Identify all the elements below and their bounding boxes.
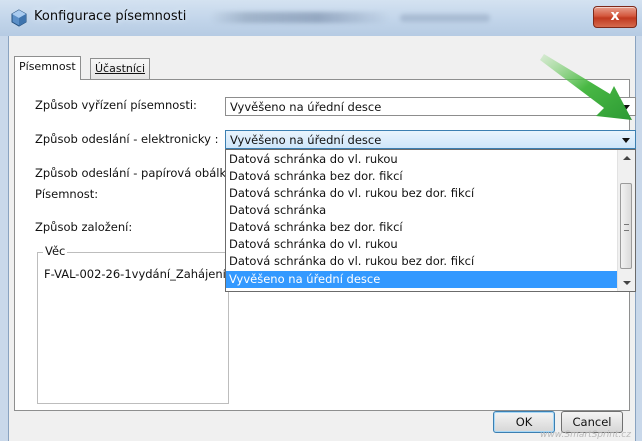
vec-group-title: Věc xyxy=(43,244,68,258)
tab-ucastnici[interactable]: Účastníci xyxy=(90,58,151,80)
dropdown-option[interactable]: Datová schránka bez dor. fikcí xyxy=(229,168,403,185)
dropdown-option[interactable]: Datová schránka do vl. rukou bez dor. fi… xyxy=(229,253,474,270)
dropdown-option[interactable]: Datová schránka bez dor. fikcí xyxy=(229,219,403,236)
close-button[interactable]: x xyxy=(593,6,637,28)
dropdown-option-selected[interactable]: Vyvěšeno na úřední desce xyxy=(226,271,619,288)
pisemnost-label: Písemnost: xyxy=(35,187,99,201)
title-bar[interactable]: Konfigurace písemnosti x xyxy=(0,0,642,36)
zpusob-vyrizeni-value: Vyvěšeno na úřední desce xyxy=(230,100,382,114)
vec-value: F-VAL-002-26-1vydání_Zahájení_p xyxy=(44,267,225,281)
window-title: Konfigurace písemnosti xyxy=(34,9,187,24)
zpusob-odeslani-el-label: Způsob odeslání - elektronicky : xyxy=(35,132,219,146)
scroll-down-icon[interactable] xyxy=(618,275,635,291)
hexagon-icon xyxy=(11,9,27,27)
annotation-arrow-icon xyxy=(540,54,632,120)
chevron-down-icon[interactable] xyxy=(617,131,635,148)
zpusob-vyrizeni-label: Způsob vyřízení písemnosti: xyxy=(35,98,197,112)
watermark-text: www.SmartSprint.cz xyxy=(540,430,631,440)
zpusob-odeslani-el-select[interactable]: Vyvěšeno na úřední desce xyxy=(225,130,636,149)
tab-ucastnici-label: Účastníci xyxy=(95,62,146,75)
zpusob-odeslani-papir-label: Způsob odeslání - papírová obálka: xyxy=(35,166,237,180)
blurred-title-region xyxy=(400,14,490,22)
grip-icon xyxy=(624,224,629,231)
dropdown-option[interactable]: Datová schránka xyxy=(229,202,326,219)
zpusob-zalozeni-label: Způsob založení: xyxy=(35,220,133,234)
zpusob-odeslani-el-value: Vyvěšeno na úřední desce xyxy=(230,133,382,147)
dropdown-scrollbar[interactable] xyxy=(617,150,635,291)
dropdown-option[interactable]: Datová schránka do vl. rukou bez dor. fi… xyxy=(229,185,474,202)
tab-pisemnost[interactable]: Písemnost xyxy=(14,56,81,80)
blurred-title-region xyxy=(210,12,390,23)
dropdown-list[interactable]: Datová schránka do vl. rukou Datová schr… xyxy=(225,149,636,292)
dropdown-option[interactable]: Datová schránka do vl. rukou xyxy=(229,236,398,253)
scrollbar-thumb[interactable] xyxy=(620,183,632,269)
dropdown-option[interactable]: Datová schránka do vl. rukou xyxy=(229,151,398,168)
scroll-up-icon[interactable] xyxy=(618,150,635,166)
